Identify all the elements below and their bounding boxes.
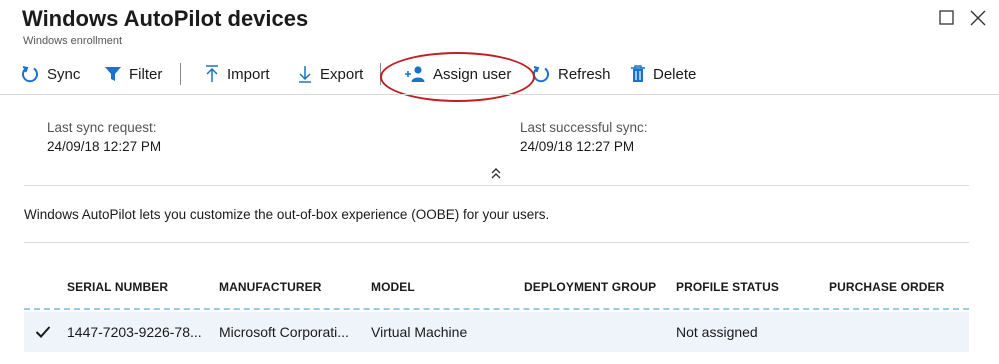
column-header-model[interactable]: MODEL — [371, 280, 415, 294]
chevron-double-up-icon — [491, 168, 501, 179]
refresh-label: Refresh — [558, 65, 611, 83]
close-icon — [970, 10, 986, 26]
maximize-button[interactable] — [937, 8, 957, 28]
export-icon — [299, 66, 311, 83]
divider — [24, 185, 969, 186]
close-button[interactable] — [968, 8, 988, 28]
cell-profile-status: Not assigned — [676, 324, 758, 340]
last-sync-request-value: 24/09/18 12:27 PM — [47, 139, 162, 154]
column-header-profile-status[interactable]: PROFILE STATUS — [676, 280, 779, 294]
row-checkbox[interactable] — [35, 325, 51, 344]
delete-label: Delete — [653, 65, 697, 83]
toolbar-separator — [180, 63, 181, 85]
column-header-deployment-group[interactable]: DEPLOYMENT GROUP — [524, 280, 656, 294]
refresh-button[interactable]: Refresh — [531, 60, 611, 88]
column-header-serial-number[interactable]: SERIAL NUMBER — [67, 280, 168, 294]
column-header-manufacturer[interactable]: MANUFACTURER — [219, 280, 322, 294]
page-title: Windows AutoPilot devices — [22, 6, 309, 31]
column-header-purchase-order[interactable]: PURCHASE ORDER — [829, 280, 944, 294]
export-button[interactable]: Export — [297, 60, 363, 88]
filter-icon — [105, 67, 121, 81]
collapse-button[interactable] — [489, 166, 503, 185]
last-successful-sync-value: 24/09/18 12:27 PM — [520, 139, 635, 154]
filter-label: Filter — [129, 65, 163, 83]
page-subtitle: Windows enrollment — [23, 35, 123, 47]
last-sync-request-label: Last sync request: — [47, 120, 157, 135]
filter-button[interactable]: Filter — [104, 60, 162, 88]
cell-manufacturer: Microsoft Corporati... — [219, 324, 349, 340]
sync-icon — [22, 66, 38, 83]
table-header-divider — [24, 308, 969, 310]
import-button[interactable]: Import — [204, 60, 270, 88]
description-text: Windows AutoPilot lets you customize the… — [24, 207, 550, 222]
maximize-icon — [939, 10, 954, 25]
delete-button[interactable]: Delete — [630, 60, 696, 88]
toolbar-divider — [0, 94, 999, 95]
import-icon — [206, 65, 218, 82]
sync-label: Sync — [47, 65, 81, 83]
sync-button[interactable]: Sync — [20, 60, 80, 88]
last-successful-sync-label: Last successful sync: — [520, 120, 648, 135]
checkmark-icon — [35, 326, 51, 338]
cell-model: Virtual Machine — [371, 324, 468, 340]
export-label: Export — [320, 65, 364, 83]
divider — [24, 242, 969, 243]
import-label: Import — [227, 65, 270, 83]
cell-serial-number: 1447-7203-9226-78... — [67, 324, 202, 340]
trash-icon — [631, 65, 645, 82]
